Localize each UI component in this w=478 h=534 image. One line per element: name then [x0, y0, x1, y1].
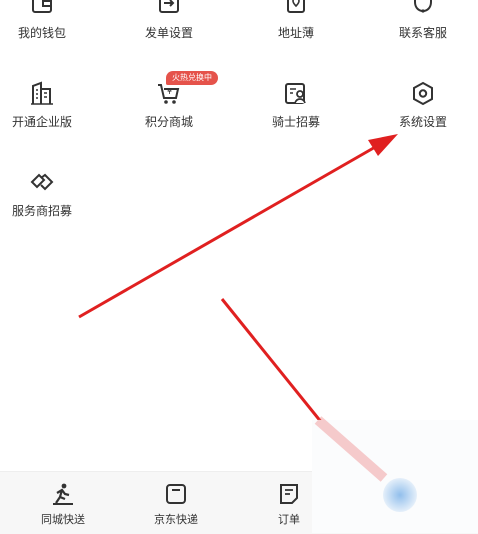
- order-note-icon: [280, 484, 298, 504]
- blurred-overlay: [312, 420, 478, 533]
- package-square-icon: [166, 484, 186, 504]
- runner-icon: [53, 483, 73, 505]
- annotation-arrow-line: [78, 144, 378, 319]
- tab-label: 京东快递: [154, 514, 198, 526]
- tab-same-city-delivery[interactable]: 同城快送: [23, 482, 103, 527]
- tab-jd-express[interactable]: 京东快递: [136, 482, 216, 527]
- blurred-highlight: [383, 478, 417, 512]
- annotation-arrow-head: [368, 134, 398, 156]
- tab-label: 同城快送: [41, 514, 85, 526]
- annotation-arrow-line-2: [220, 298, 332, 434]
